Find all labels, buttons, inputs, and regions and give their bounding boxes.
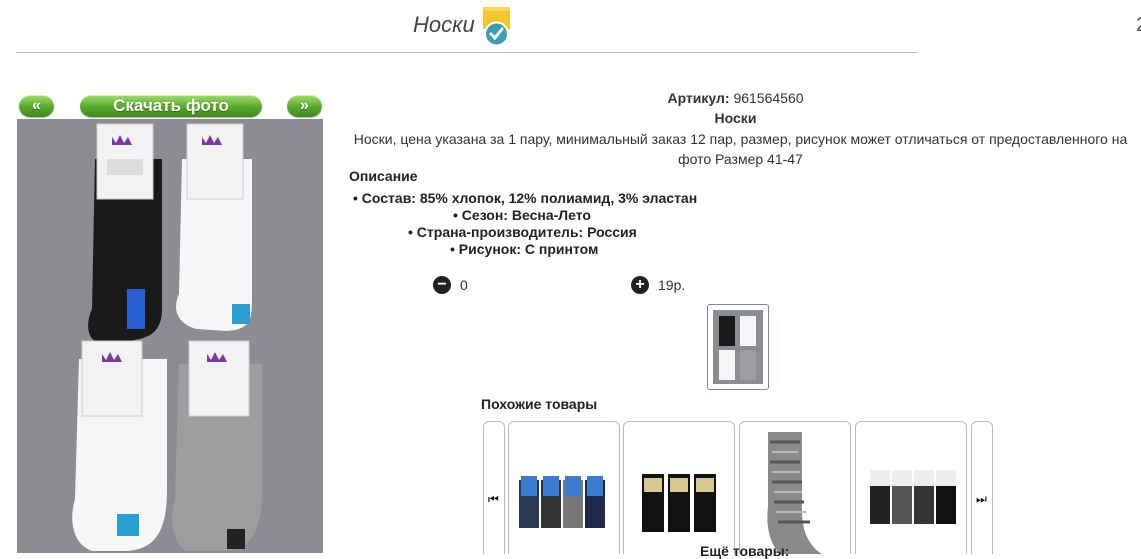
prev-photo-button[interactable]: « [19,95,54,117]
skip-back-icon: ⏮ [488,492,499,506]
product-description: Носки, цена указана за 1 пару, минимальн… [353,131,1128,167]
skip-forward-icon: ⏭ [976,492,987,506]
similar-product-card[interactable] [739,421,851,554]
similar-product-image [642,474,716,532]
cut-off-text: 2 [1136,14,1141,37]
similar-product-image [870,470,956,524]
price-value: 19р. [658,277,686,293]
socks-photo-illustration [17,119,323,553]
header-divider [16,52,917,53]
sku-value: 961564560 [733,90,804,106]
verified-badge-icon [483,7,510,47]
feature-pattern: Рисунок: С принтом [450,241,599,257]
sku-line: Артикул: 961564560 [330,90,1141,106]
page-title: Носки [413,12,475,37]
next-photo-button[interactable]: » [287,95,322,117]
feature-composition: Состав: 85% хлопок, 12% полиамид, 3% эла… [353,190,697,206]
carousel-next-button[interactable]: ⏭ [971,421,993,554]
more-goods-title: Ещё товары: [700,543,790,559]
similar-product-image [767,432,822,554]
product-name: Носки [714,110,757,126]
product-thumbnail[interactable] [707,304,769,390]
feature-country: Страна-производитель: Россия [408,224,637,240]
carousel-prev-button[interactable]: ⏮ [483,421,505,554]
sku-label: Артикул: [667,90,730,106]
description-title: Описание [349,168,418,184]
similar-product-image [519,476,605,528]
decrease-quantity-button[interactable]: − [433,276,451,294]
similar-product-card[interactable] [508,421,620,554]
thumbnail-image [713,310,763,384]
feature-season: Сезон: Весна-Лето [453,207,591,223]
download-photo-button[interactable]: Скачать фото [80,95,262,117]
main-product-photo[interactable] [17,119,323,553]
increase-quantity-button[interactable]: + [631,276,649,294]
similar-product-card[interactable] [623,421,735,554]
quantity-value: 0 [460,277,468,293]
similar-products-title: Похожие товары [481,396,598,412]
similar-product-card[interactable] [855,421,967,554]
